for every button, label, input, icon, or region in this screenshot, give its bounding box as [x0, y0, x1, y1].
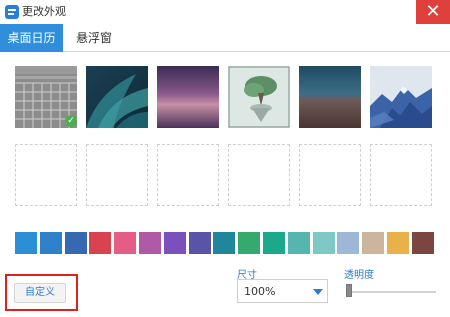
teal-leaves-image	[86, 66, 148, 128]
tab-desktop-calendar[interactable]: 桌面日历	[0, 24, 63, 52]
color-swatch[interactable]	[238, 232, 260, 254]
opacity-slider-handle[interactable]	[346, 284, 352, 297]
floating-tree-image	[228, 66, 290, 128]
wallpaper-purple-dusk[interactable]	[157, 66, 219, 128]
size-value: 100%	[244, 285, 276, 298]
empty-wallpaper-slot[interactable]	[86, 144, 148, 206]
color-swatch[interactable]	[15, 232, 37, 254]
opacity-label: 透明度	[344, 270, 374, 281]
color-swatch[interactable]	[313, 232, 335, 254]
close-button[interactable]: ✕	[416, 0, 450, 24]
color-swatch[interactable]	[213, 232, 235, 254]
empty-wallpaper-slot[interactable]	[157, 144, 219, 206]
opacity-slider-track[interactable]	[348, 291, 436, 293]
color-swatch[interactable]	[288, 232, 310, 254]
color-swatch[interactable]	[164, 232, 186, 254]
color-swatch[interactable]	[362, 232, 384, 254]
color-swatch[interactable]	[263, 232, 285, 254]
window-title: 更改外观	[22, 5, 66, 18]
tab-floating-window[interactable]: 悬浮窗	[63, 24, 125, 52]
chevron-down-icon	[313, 289, 323, 295]
selected-check-icon: ✓	[65, 115, 77, 127]
empty-wallpaper-slot[interactable]	[15, 144, 77, 206]
color-swatch[interactable]	[189, 232, 211, 254]
size-select[interactable]: 100%	[237, 279, 328, 303]
color-swatch[interactable]	[40, 232, 62, 254]
blue-mountains-image	[370, 66, 432, 128]
color-swatch[interactable]	[114, 232, 136, 254]
wallpaper-dark-landscape[interactable]	[299, 66, 361, 128]
purple-dusk-image	[157, 66, 219, 128]
wallpaper-teal-leaves[interactable]	[86, 66, 148, 128]
color-swatch[interactable]	[139, 232, 161, 254]
empty-wallpaper-slot[interactable]	[299, 144, 361, 206]
color-swatch[interactable]	[89, 232, 111, 254]
dark-landscape-image	[299, 66, 361, 128]
color-swatch[interactable]	[65, 232, 87, 254]
empty-wallpaper-slot[interactable]	[370, 144, 432, 206]
title-bar: 更改外观 ✕	[0, 0, 450, 24]
color-swatch[interactable]	[387, 232, 409, 254]
wallpaper-calendar-grid[interactable]: ✓	[15, 66, 77, 128]
wallpaper-floating-tree[interactable]	[228, 66, 290, 128]
wallpaper-blue-mountains[interactable]	[370, 66, 432, 128]
custom-button[interactable]: 自定义	[14, 283, 66, 303]
empty-wallpaper-slot[interactable]	[228, 144, 290, 206]
color-swatch[interactable]	[337, 232, 359, 254]
color-swatch[interactable]	[412, 232, 434, 254]
app-icon	[5, 5, 19, 19]
tab-bar: 桌面日历 悬浮窗	[0, 24, 450, 52]
